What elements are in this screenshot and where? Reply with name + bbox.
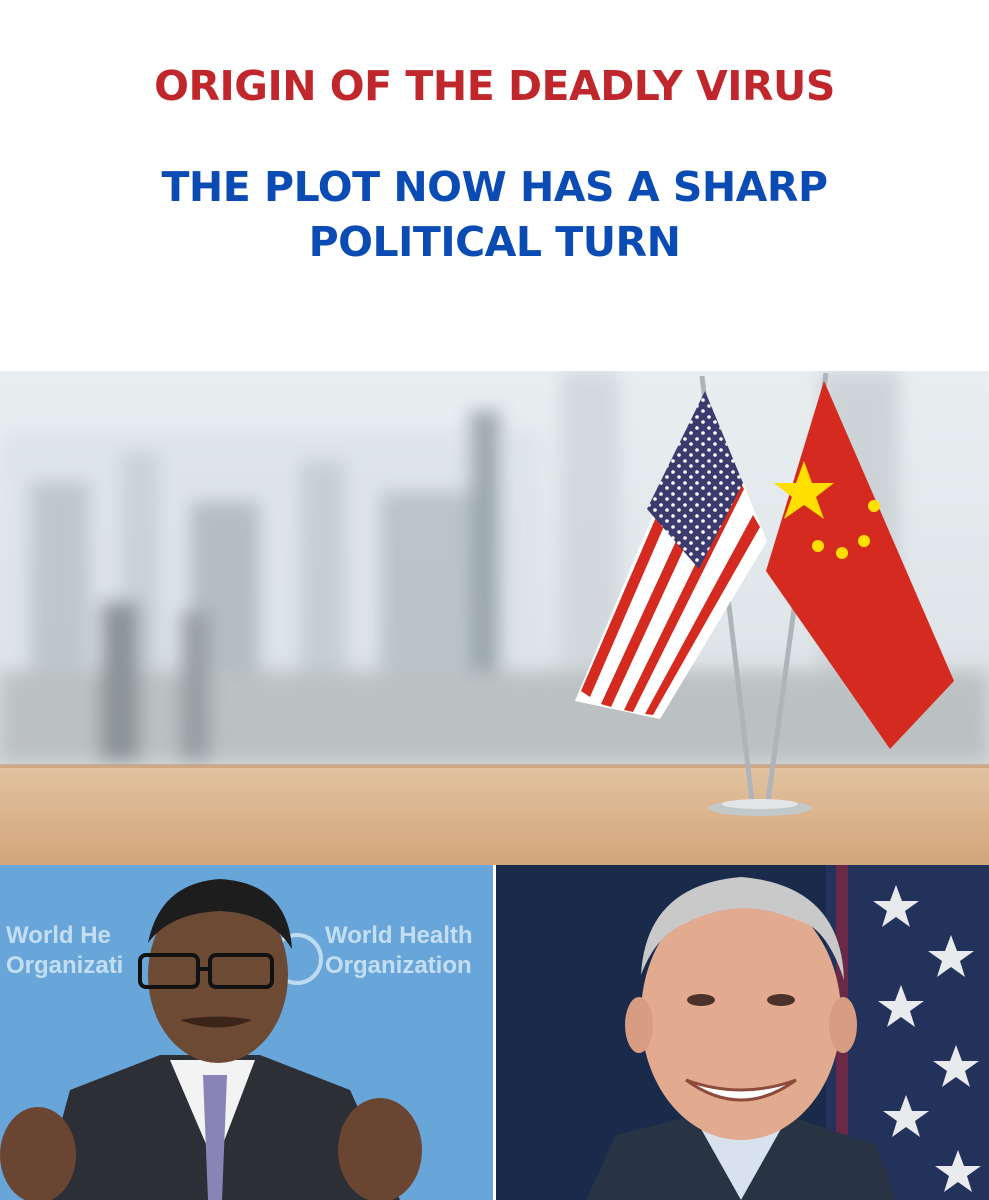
headline-line-a: THE PLOT NOW HAS A SHARP	[161, 163, 828, 211]
backdrop-text-right-2: Organization	[325, 952, 472, 979]
headline-origin: ORIGIN OF THE DEADLY VIRUS	[154, 62, 835, 110]
backdrop-text-left-1: World He	[6, 922, 111, 949]
flags-illustration	[0, 371, 989, 865]
smiling-man-photo	[496, 865, 989, 1200]
smiling-man-illustration	[496, 865, 989, 1200]
headline-line-b: POLITICAL TURN	[308, 218, 681, 266]
who-official-photo: World He Organizati World Health Organiz…	[0, 865, 493, 1200]
flags-photo	[0, 371, 989, 865]
backdrop-text-right-1: World Health	[325, 922, 473, 949]
who-official-illustration: World He Organizati World Health Organiz…	[0, 865, 493, 1200]
headline-political-turn: THE PLOT NOW HAS A SHARP POLITICAL TURN	[0, 160, 989, 270]
backdrop-text-left-2: Organizati	[6, 952, 123, 979]
